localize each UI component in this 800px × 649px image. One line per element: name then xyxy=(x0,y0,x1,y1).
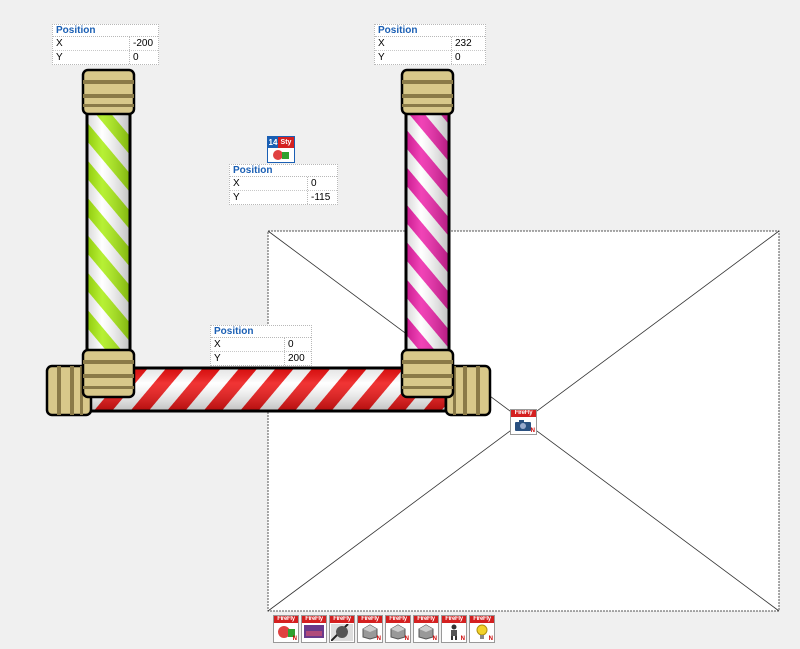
camera-node[interactable]: FireFly N xyxy=(510,409,537,435)
position-panel-middle[interactable]: Position X 0 Y -115 xyxy=(229,164,338,205)
node-header: FireFly xyxy=(302,616,326,623)
node-header: FireFly xyxy=(274,616,298,623)
node-header: FireFly xyxy=(358,616,382,623)
toolbar-node-material[interactable]: FireFly N xyxy=(273,615,299,643)
y-value-field[interactable]: 0 xyxy=(130,51,139,64)
sphere-icon xyxy=(331,624,353,641)
y-label: Y xyxy=(211,352,285,365)
y-value-field[interactable]: 0 xyxy=(452,51,461,64)
panel-title: Position xyxy=(211,326,311,338)
toolbar-node-light[interactable]: FireFly N xyxy=(469,615,495,643)
panel-title: Position xyxy=(375,25,485,37)
toolbar-node-cube-1[interactable]: FireFly N xyxy=(357,615,383,643)
green-candy-pole[interactable] xyxy=(81,68,136,358)
toolbar-node-sphere[interactable]: FireFly xyxy=(329,615,355,643)
light-bulb-icon xyxy=(476,624,488,639)
x-label: X xyxy=(375,37,452,50)
position-panel-left-pole[interactable]: Position X -200 Y 0 xyxy=(52,24,159,65)
pink-pole-bottom-joint xyxy=(400,348,455,399)
image-icon xyxy=(304,625,324,638)
toolbar-node-image[interactable]: FireFly xyxy=(301,615,327,643)
camera-icon xyxy=(515,420,531,431)
camera-header: FireFly xyxy=(511,410,536,417)
panel-title: Position xyxy=(230,165,337,177)
position-panel-crossbar[interactable]: Position X 0 Y 200 xyxy=(210,325,312,366)
x-value-field[interactable]: 0 xyxy=(285,338,294,351)
node-header: FireFly xyxy=(386,616,410,623)
pink-pole-top-cap xyxy=(400,68,455,116)
node-tag: Sty xyxy=(278,137,294,148)
toolbar-node-cube-2[interactable]: FireFly N xyxy=(385,615,411,643)
y-value-field[interactable]: 200 xyxy=(285,352,305,365)
green-pole-bottom-joint xyxy=(81,348,136,399)
style-node-icon[interactable]: 14 Sty xyxy=(267,136,295,163)
y-label: Y xyxy=(230,191,308,204)
x-label: X xyxy=(211,338,285,351)
x-value-field[interactable]: 232 xyxy=(452,37,472,50)
x-value-field[interactable]: -200 xyxy=(130,37,153,50)
toolbar-node-figure[interactable]: FireFly N xyxy=(441,615,467,643)
node-toolbar: FireFly N FireFly FireFly FireFly N Fire… xyxy=(273,615,503,643)
x-label: X xyxy=(53,37,130,50)
color-ball-icon xyxy=(273,150,289,160)
node-header: FireFly xyxy=(442,616,466,623)
scene-canvas xyxy=(45,68,780,612)
y-value-field[interactable]: -115 xyxy=(308,191,330,204)
node-header: FireFly xyxy=(470,616,494,623)
position-panel-right-pole[interactable]: Position X 232 Y 0 xyxy=(374,24,486,65)
pink-candy-pole[interactable] xyxy=(400,68,455,358)
x-value-field[interactable]: 0 xyxy=(308,177,317,190)
green-pole-top-cap xyxy=(81,68,136,116)
node-header: FireFly xyxy=(330,616,354,623)
node-number: 14 xyxy=(268,137,278,148)
node-header: FireFly xyxy=(414,616,438,623)
x-label: X xyxy=(230,177,308,190)
y-label: Y xyxy=(53,51,130,64)
toolbar-node-cube-3[interactable]: FireFly N xyxy=(413,615,439,643)
y-label: Y xyxy=(375,51,452,64)
figure-icon xyxy=(451,624,457,640)
panel-title: Position xyxy=(53,25,158,37)
